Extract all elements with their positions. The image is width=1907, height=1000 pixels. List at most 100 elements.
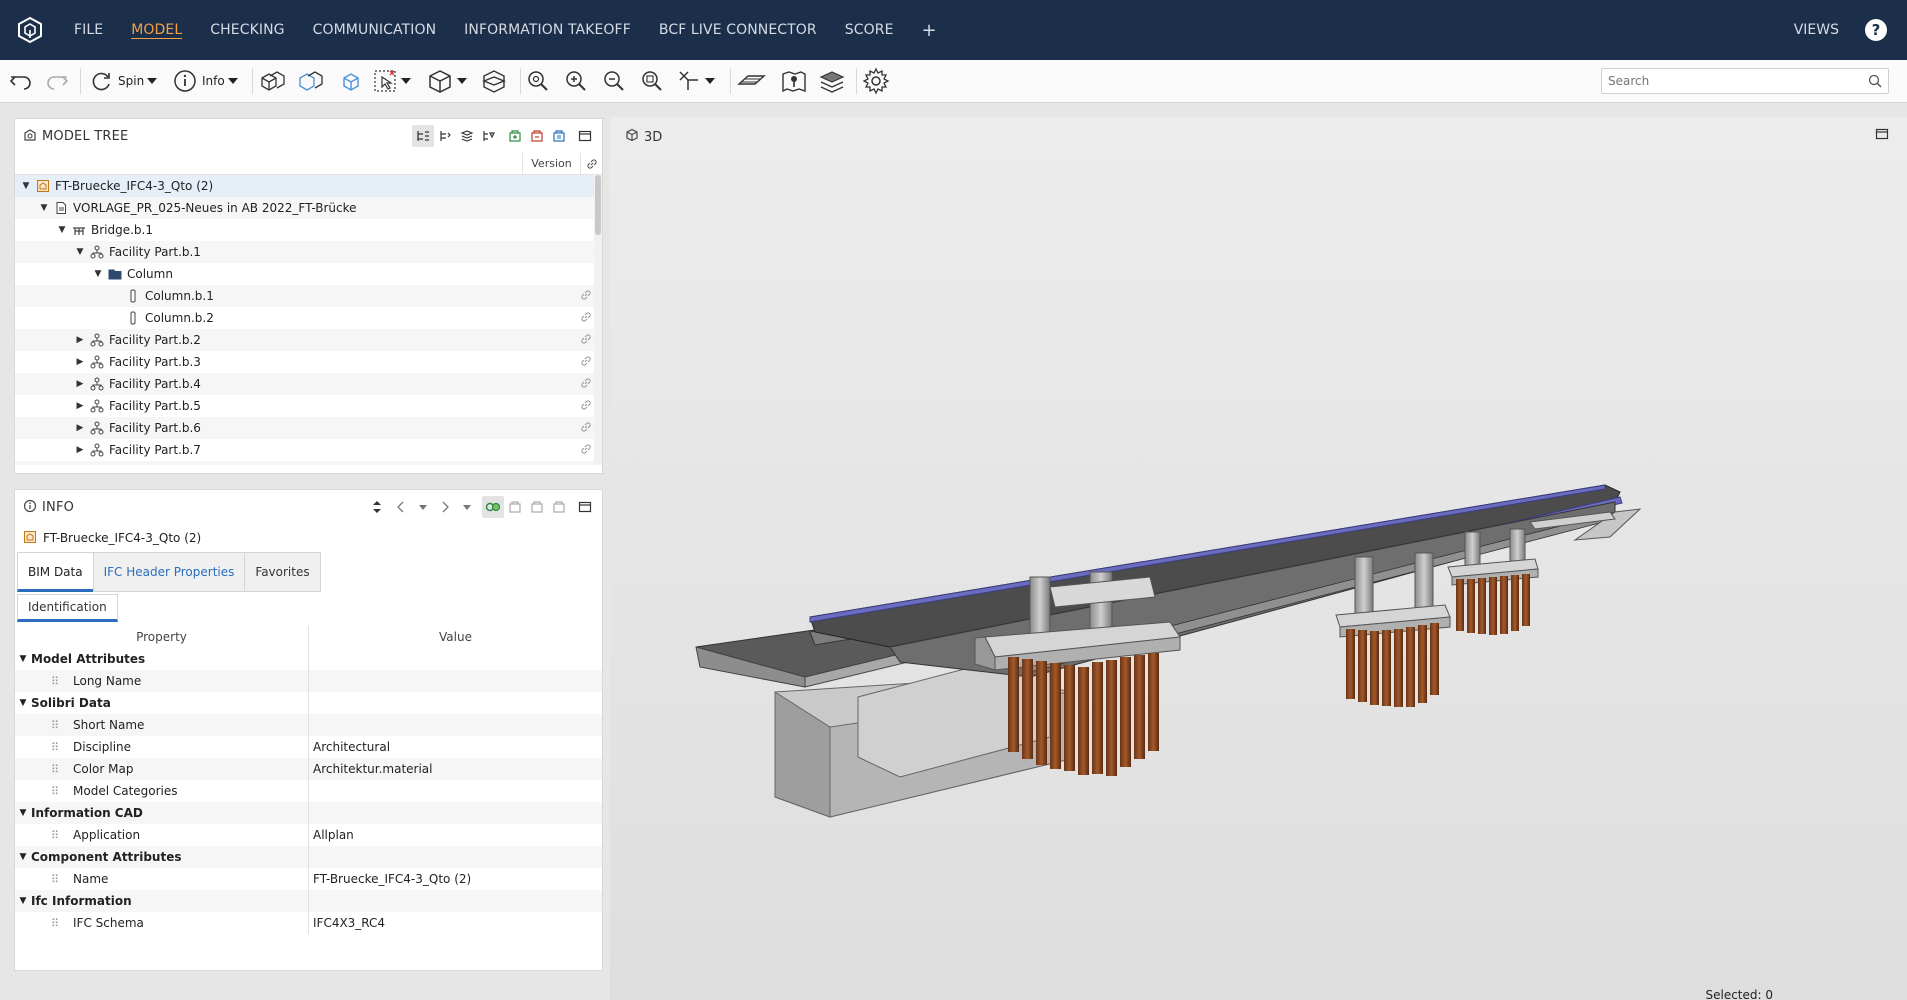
drag-handle-icon[interactable]: ⠿ <box>51 719 65 732</box>
collapse-toggle-icon[interactable]: ▼ <box>37 197 51 219</box>
tree-row[interactable]: ▼ VORLAGE_PR_025-Neues in AB 2022_FT-Brüc… <box>15 197 602 219</box>
collapse-toggle-icon[interactable]: ▼ <box>55 219 69 241</box>
tree-row[interactable]: ▼ Column <box>15 263 602 285</box>
tree-hierarchy-icon[interactable] <box>412 125 434 147</box>
isolate-icon[interactable] <box>296 67 326 95</box>
property-row[interactable]: ⠿ IFC Schema IFC4X3_RC4 <box>15 912 602 934</box>
link-icon[interactable] <box>580 377 592 392</box>
layers-icon[interactable] <box>818 67 846 95</box>
forward-dropdown-icon[interactable] <box>456 496 478 518</box>
tree-row[interactable]: ▶Facility Part.b.8 <box>15 461 602 465</box>
property-row[interactable]: ⠿ Long Name <box>15 670 602 692</box>
link-icon[interactable] <box>580 311 592 326</box>
info-add-basket-icon[interactable] <box>504 496 526 518</box>
zoom-selected-icon[interactable] <box>525 67 551 95</box>
group-collapse-icon[interactable]: ▼ <box>15 808 31 818</box>
maximize-panel-icon[interactable] <box>574 125 596 147</box>
menu-score[interactable]: SCORE <box>831 0 908 60</box>
menu-information-takeoff[interactable]: INFORMATION TAKEOFF <box>450 0 645 60</box>
tree-row[interactable]: ▶ Facility Part.b.2 <box>15 329 602 351</box>
collapse-toggle-icon[interactable]: ▼ <box>19 175 33 197</box>
measure-icon[interactable] <box>676 67 715 95</box>
info-maximize-icon[interactable] <box>574 496 596 518</box>
info-tool[interactable]: Info <box>172 67 238 95</box>
undo-icon[interactable] <box>8 67 34 95</box>
property-row[interactable]: ⠿ Short Name <box>15 714 602 736</box>
tree-row[interactable]: ▶ Facility Part.b.5 <box>15 395 602 417</box>
next-icon[interactable] <box>434 496 456 518</box>
link-icon[interactable] <box>580 399 592 414</box>
property-row[interactable]: ⠿ Name FT-Bruecke_IFC4-3_Qto (2) <box>15 868 602 890</box>
drag-handle-icon[interactable]: ⠿ <box>51 873 65 886</box>
history-dropdown-icon[interactable] <box>412 496 434 518</box>
expand-toggle-icon[interactable]: ▶ <box>73 373 87 395</box>
tree-row[interactable]: ▶ Facility Part.b.3 <box>15 351 602 373</box>
menu-file[interactable]: FILE <box>60 0 117 60</box>
value-column-header[interactable]: Value <box>309 630 602 644</box>
link-icon[interactable] <box>580 355 592 370</box>
collapse-toggle-icon[interactable]: ▼ <box>73 241 87 263</box>
property-group[interactable]: ▼ Solibri Data <box>15 692 602 714</box>
views-menu[interactable]: VIEWS <box>1794 0 1839 60</box>
menu-checking[interactable]: CHECKING <box>196 0 298 60</box>
search-icon[interactable] <box>1868 74 1882 91</box>
tree-filter-icon[interactable] <box>478 125 500 147</box>
tree-row[interactable]: ▼ Facility Part.b.1 <box>15 241 602 263</box>
bridge-model[interactable] <box>610 117 1907 1000</box>
tree-row[interactable]: ▼ Bridge.b.1 <box>15 219 602 241</box>
search-input[interactable] <box>1602 69 1852 93</box>
drag-handle-icon[interactable]: ⠿ <box>51 829 65 842</box>
link-icon[interactable] <box>580 289 592 304</box>
expand-toggle-icon[interactable]: ▶ <box>73 461 87 465</box>
group-collapse-icon[interactable]: ▼ <box>15 852 31 862</box>
spin-tool[interactable]: Spin <box>88 67 158 95</box>
map-icon[interactable] <box>780 67 808 95</box>
menu-communication[interactable]: COMMUNICATION <box>299 0 451 60</box>
view-cube-icon[interactable] <box>426 67 467 95</box>
property-group[interactable]: ▼ Information CAD <box>15 802 602 824</box>
link-properties-icon[interactable] <box>482 496 504 518</box>
tree-spatial-icon[interactable] <box>434 125 456 147</box>
select-tool-icon[interactable] <box>372 67 411 95</box>
drag-handle-icon[interactable]: ⠿ <box>51 917 65 930</box>
add-tab-icon[interactable]: + <box>908 20 951 41</box>
tree-scrollbar[interactable] <box>594 175 602 465</box>
tree-row[interactable]: ▶ Facility Part.b.6 <box>15 417 602 439</box>
link-icon[interactable] <box>580 333 592 348</box>
zoom-extents-icon[interactable] <box>639 67 665 95</box>
drag-handle-icon[interactable]: ⠿ <box>51 675 65 688</box>
group-collapse-icon[interactable]: ▼ <box>15 896 31 906</box>
tree-row[interactable]: ▶ Facility Part.b.4 <box>15 373 602 395</box>
sort-updown-icon[interactable] <box>366 496 388 518</box>
solibri-logo-icon[interactable] <box>0 0 60 60</box>
settings-gear-icon[interactable] <box>862 67 890 95</box>
help-icon[interactable]: ? <box>1865 19 1887 41</box>
set-basket-icon[interactable] <box>548 125 570 147</box>
redo-icon[interactable] <box>44 67 70 95</box>
add-to-basket-icon[interactable] <box>504 125 526 147</box>
tab-identification[interactable]: Identification <box>17 594 118 622</box>
menu-bcf-live-connector[interactable]: BCF LIVE CONNECTOR <box>645 0 831 60</box>
zoom-out-icon[interactable] <box>601 67 627 95</box>
property-row[interactable]: ⠿ Discipline Architectural <box>15 736 602 758</box>
property-column-header[interactable]: Property <box>15 626 309 648</box>
zoom-in-icon[interactable] <box>563 67 589 95</box>
property-row[interactable]: ⠿ Color Map Architektur.material <box>15 758 602 780</box>
previous-icon[interactable] <box>390 496 412 518</box>
link-icon[interactable] <box>580 443 592 458</box>
tab-bim-data[interactable]: BIM Data <box>17 552 94 592</box>
hide-icon[interactable] <box>338 67 364 95</box>
expand-toggle-icon[interactable]: ▶ <box>73 351 87 373</box>
property-group[interactable]: ▼ Ifc Information <box>15 890 602 912</box>
collapse-toggle-icon[interactable]: ▼ <box>91 263 105 285</box>
remove-from-basket-icon[interactable] <box>526 125 548 147</box>
tree-row[interactable]: ▼ FT-Bruecke_IFC4-3_Qto (2) <box>15 175 602 197</box>
property-row[interactable]: ⠿ Application Allplan <box>15 824 602 846</box>
tab-favorites[interactable]: Favorites <box>244 552 321 592</box>
drag-handle-icon[interactable]: ⠿ <box>51 763 65 776</box>
link-column-icon[interactable] <box>580 153 602 174</box>
section-box-icon[interactable] <box>480 67 508 95</box>
link-icon[interactable] <box>580 421 592 436</box>
expand-toggle-icon[interactable]: ▶ <box>73 439 87 461</box>
menu-model[interactable]: MODEL <box>117 0 196 60</box>
